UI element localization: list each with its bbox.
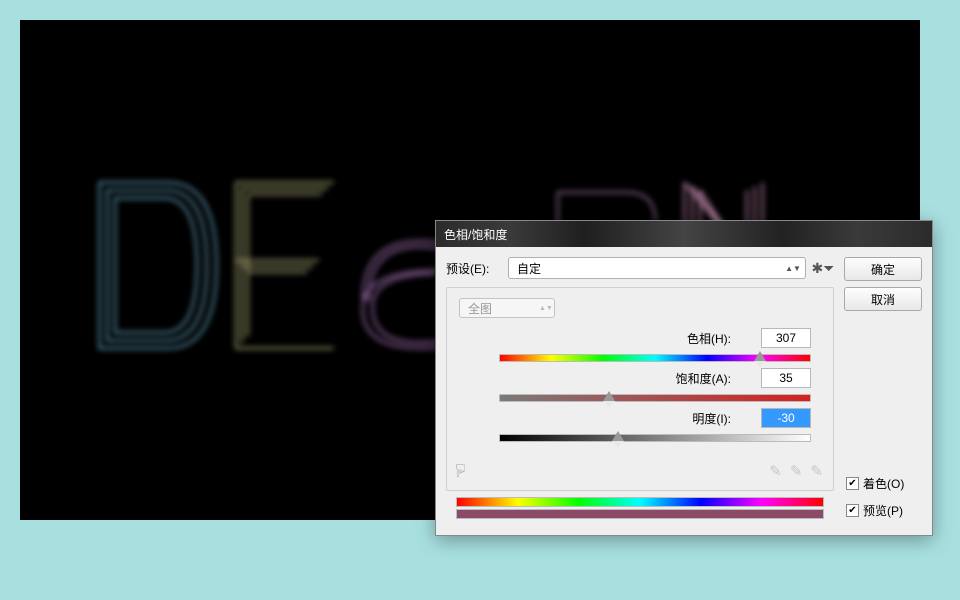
lightness-slider[interactable] (499, 434, 811, 442)
preset-dropdown[interactable]: 自定 ▲▼ (508, 257, 806, 279)
slider-thumb[interactable] (603, 391, 615, 401)
cancel-button[interactable]: 取消 (844, 287, 922, 311)
hue-label: 色相(H): (651, 330, 731, 347)
saturation-slider[interactable] (499, 394, 811, 402)
checkbox-icon: ✔ (846, 504, 859, 517)
dialog-titlebar[interactable]: 色相/饱和度 (436, 221, 932, 247)
ok-button[interactable]: 确定 (844, 257, 922, 281)
hue-input[interactable]: 307 (761, 328, 811, 348)
gear-icon: ✱⏷ (812, 260, 835, 277)
sliders-frame: 全图 ▲▼ 色相(H): 307 饱和度(A): 35 (446, 287, 834, 491)
updown-icon: ▲▼ (787, 266, 799, 271)
channel-dropdown[interactable]: 全图 ▲▼ (459, 298, 555, 318)
colorize-checkbox[interactable]: ✔ 着色(O) (844, 473, 922, 494)
spectrum-after (456, 509, 824, 519)
eyedropper-add-icon[interactable]: ✎ (790, 462, 803, 480)
preset-label: 预设(E): (446, 260, 502, 277)
spectrum-before (456, 497, 824, 507)
channel-value: 全图 (468, 300, 492, 317)
dialog-title: 色相/饱和度 (444, 226, 507, 243)
preview-label: 预览(P) (863, 502, 903, 519)
preset-value: 自定 (517, 260, 541, 277)
spectrum-preview (456, 497, 824, 519)
updown-icon: ▲▼ (539, 306, 549, 311)
slider-thumb[interactable] (754, 351, 766, 361)
eyedropper-group: ✎ ✎ ✎ (769, 462, 823, 480)
saturation-label: 饱和度(A): (651, 370, 731, 387)
colorize-label: 着色(O) (863, 475, 904, 492)
lightness-input[interactable]: -30 (761, 408, 811, 428)
checkbox-icon: ✔ (846, 477, 859, 490)
scrubby-hand-icon[interactable]: ☟ (455, 461, 466, 482)
lightness-label: 明度(I): (651, 410, 731, 427)
eyedropper-icon[interactable]: ✎ (769, 462, 782, 480)
preset-menu-button[interactable]: ✱⏷ (812, 260, 834, 277)
preview-checkbox[interactable]: ✔ 预览(P) (844, 500, 922, 521)
slider-thumb[interactable] (612, 431, 624, 441)
saturation-input[interactable]: 35 (761, 368, 811, 388)
hue-slider[interactable] (499, 354, 811, 362)
hue-saturation-dialog: 色相/饱和度 预设(E): 自定 ▲▼ ✱⏷ 全图 ▲▼ (435, 220, 933, 536)
eyedropper-subtract-icon[interactable]: ✎ (810, 462, 823, 480)
